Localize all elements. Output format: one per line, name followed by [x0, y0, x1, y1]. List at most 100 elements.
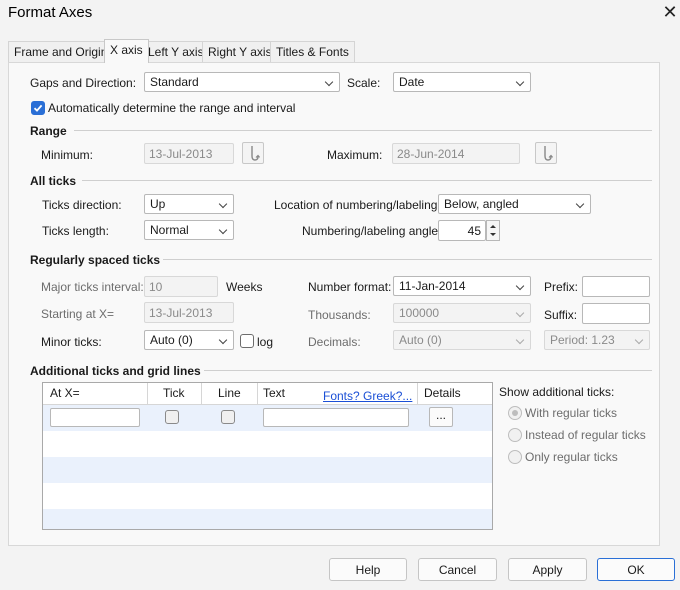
thousands-label: Thousands: — [308, 308, 371, 322]
minimum-label: Minimum: — [41, 148, 94, 162]
angle-spinner[interactable] — [486, 220, 500, 241]
help-button[interactable]: Help — [329, 558, 407, 581]
location-value: Below, angled — [444, 197, 519, 211]
chevron-down-icon — [575, 199, 585, 209]
all-ticks-heading: All ticks — [30, 174, 77, 188]
close-icon[interactable]: ✕ — [660, 2, 680, 22]
ticks-direction-label: Ticks direction: — [42, 198, 122, 212]
details-button[interactable]: ... — [429, 407, 453, 427]
log-label: log — [257, 335, 274, 349]
check-icon — [33, 104, 43, 112]
major-interval-input[interactable]: 10 — [144, 276, 218, 297]
additional-ticks-heading: Additional ticks and grid lines — [30, 364, 201, 378]
chevron-down-icon — [515, 335, 525, 345]
radio-instead-of-regular[interactable] — [508, 428, 522, 442]
gaps-label: Gaps and Direction: — [30, 76, 137, 90]
at-x-input[interactable] — [50, 408, 140, 427]
radio-instead-of-regular-label: Instead of regular ticks — [525, 428, 646, 442]
thousands-value: 100000 — [399, 306, 440, 320]
chevron-down-icon — [634, 335, 644, 345]
table-row — [43, 457, 492, 483]
auto-range-label: Automatically determine the range and in… — [48, 101, 296, 115]
col-details: Details — [424, 386, 461, 400]
scale-select[interactable]: Date — [393, 72, 531, 92]
tab-right-y-axis[interactable]: Right Y axis — [202, 41, 278, 62]
table-row — [43, 483, 492, 509]
hook-icon — [251, 146, 261, 161]
maximum-input[interactable]: 28-Jun-2014 — [392, 143, 520, 164]
maximum-label: Maximum: — [327, 148, 383, 162]
fonts-greek-link[interactable]: Fonts? Greek?... — [323, 389, 412, 403]
gaps-direction-value: Standard — [150, 75, 199, 89]
tab-frame-and-origin[interactable]: Frame and Origin — [8, 41, 114, 62]
table-row: ... — [43, 405, 492, 431]
log-checkbox[interactable] — [240, 334, 254, 348]
scale-label: Scale: — [347, 76, 381, 90]
decimals-label: Decimals: — [308, 335, 361, 349]
prefix-label: Prefix: — [544, 280, 579, 294]
grid-column-divider — [201, 383, 202, 405]
minor-ticks-label: Minor ticks: — [41, 335, 102, 349]
ticks-direction-value: Up — [150, 197, 166, 211]
period-value: Period: 1.23 — [550, 333, 615, 347]
decimals-value: Auto (0) — [399, 333, 442, 347]
tab-x-axis[interactable]: X axis — [104, 39, 149, 63]
decimals-select[interactable]: Auto (0) — [393, 330, 531, 350]
location-select[interactable]: Below, angled — [438, 194, 591, 214]
location-label: Location of numbering/labeling: — [274, 198, 441, 212]
starting-at-input[interactable]: 13-Jul-2013 — [144, 302, 234, 323]
number-format-label: Number format: — [308, 280, 392, 294]
table-row — [43, 431, 492, 457]
axis-hook-button[interactable] — [535, 142, 557, 164]
chevron-down-icon — [218, 335, 228, 345]
minor-ticks-select[interactable]: Auto (0) — [144, 330, 234, 350]
major-interval-unit: Weeks — [226, 280, 263, 294]
hook-icon — [544, 146, 554, 161]
col-line: Line — [218, 386, 241, 400]
radio-with-regular[interactable] — [508, 406, 522, 420]
suffix-label: Suffix: — [544, 308, 578, 322]
radio-only-regular-label: Only regular ticks — [525, 450, 618, 464]
axis-hook-button[interactable] — [242, 142, 264, 164]
chevron-down-icon — [324, 77, 334, 87]
ok-button[interactable]: OK — [597, 558, 675, 581]
grid-column-divider — [417, 383, 418, 405]
range-heading: Range — [30, 124, 67, 138]
text-input[interactable] — [263, 408, 409, 427]
number-format-value: 11-Jan-2014 — [399, 279, 466, 293]
radio-with-regular-label: With regular ticks — [525, 406, 618, 420]
number-format-select[interactable]: 11-Jan-2014 — [393, 276, 531, 296]
chevron-down-icon — [218, 225, 228, 235]
tick-checkbox[interactable] — [165, 410, 179, 424]
angle-label: Numbering/labeling angle: — [302, 224, 442, 238]
minimum-input[interactable]: 13-Jul-2013 — [144, 143, 234, 164]
major-interval-label: Major ticks interval: — [41, 280, 144, 294]
all-ticks-divider — [82, 180, 652, 181]
col-text: Text — [263, 386, 286, 400]
cancel-button[interactable]: Cancel — [418, 558, 497, 581]
gaps-direction-select[interactable]: Standard — [144, 72, 340, 92]
regular-ticks-divider — [163, 259, 652, 260]
tab-left-y-axis[interactable]: Left Y axis — [142, 41, 210, 62]
auto-range-checkbox[interactable] — [31, 101, 45, 115]
grid-column-divider — [147, 383, 148, 405]
additional-ticks-divider — [204, 370, 652, 371]
period-select[interactable]: Period: 1.23 — [544, 330, 650, 350]
apply-button[interactable]: Apply — [508, 558, 587, 581]
thousands-select[interactable]: 100000 — [393, 303, 531, 323]
regular-ticks-heading: Regularly spaced ticks — [30, 253, 161, 267]
prefix-input[interactable] — [582, 276, 650, 297]
radio-only-regular[interactable] — [508, 450, 522, 464]
spin-arrows-icon — [490, 225, 496, 236]
scale-value: Date — [399, 75, 425, 89]
ticks-length-select[interactable]: Normal — [144, 220, 234, 240]
tab-titles-fonts[interactable]: Titles & Fonts — [270, 41, 355, 62]
show-additional-label: Show additional ticks: — [499, 385, 615, 399]
chevron-down-icon — [515, 77, 525, 87]
minor-ticks-value: Auto (0) — [150, 333, 193, 347]
suffix-input[interactable] — [582, 303, 650, 324]
ticks-direction-select[interactable]: Up — [144, 194, 234, 214]
chevron-down-icon — [515, 281, 525, 291]
angle-input[interactable]: 45 — [438, 220, 486, 241]
line-checkbox[interactable] — [221, 410, 235, 424]
